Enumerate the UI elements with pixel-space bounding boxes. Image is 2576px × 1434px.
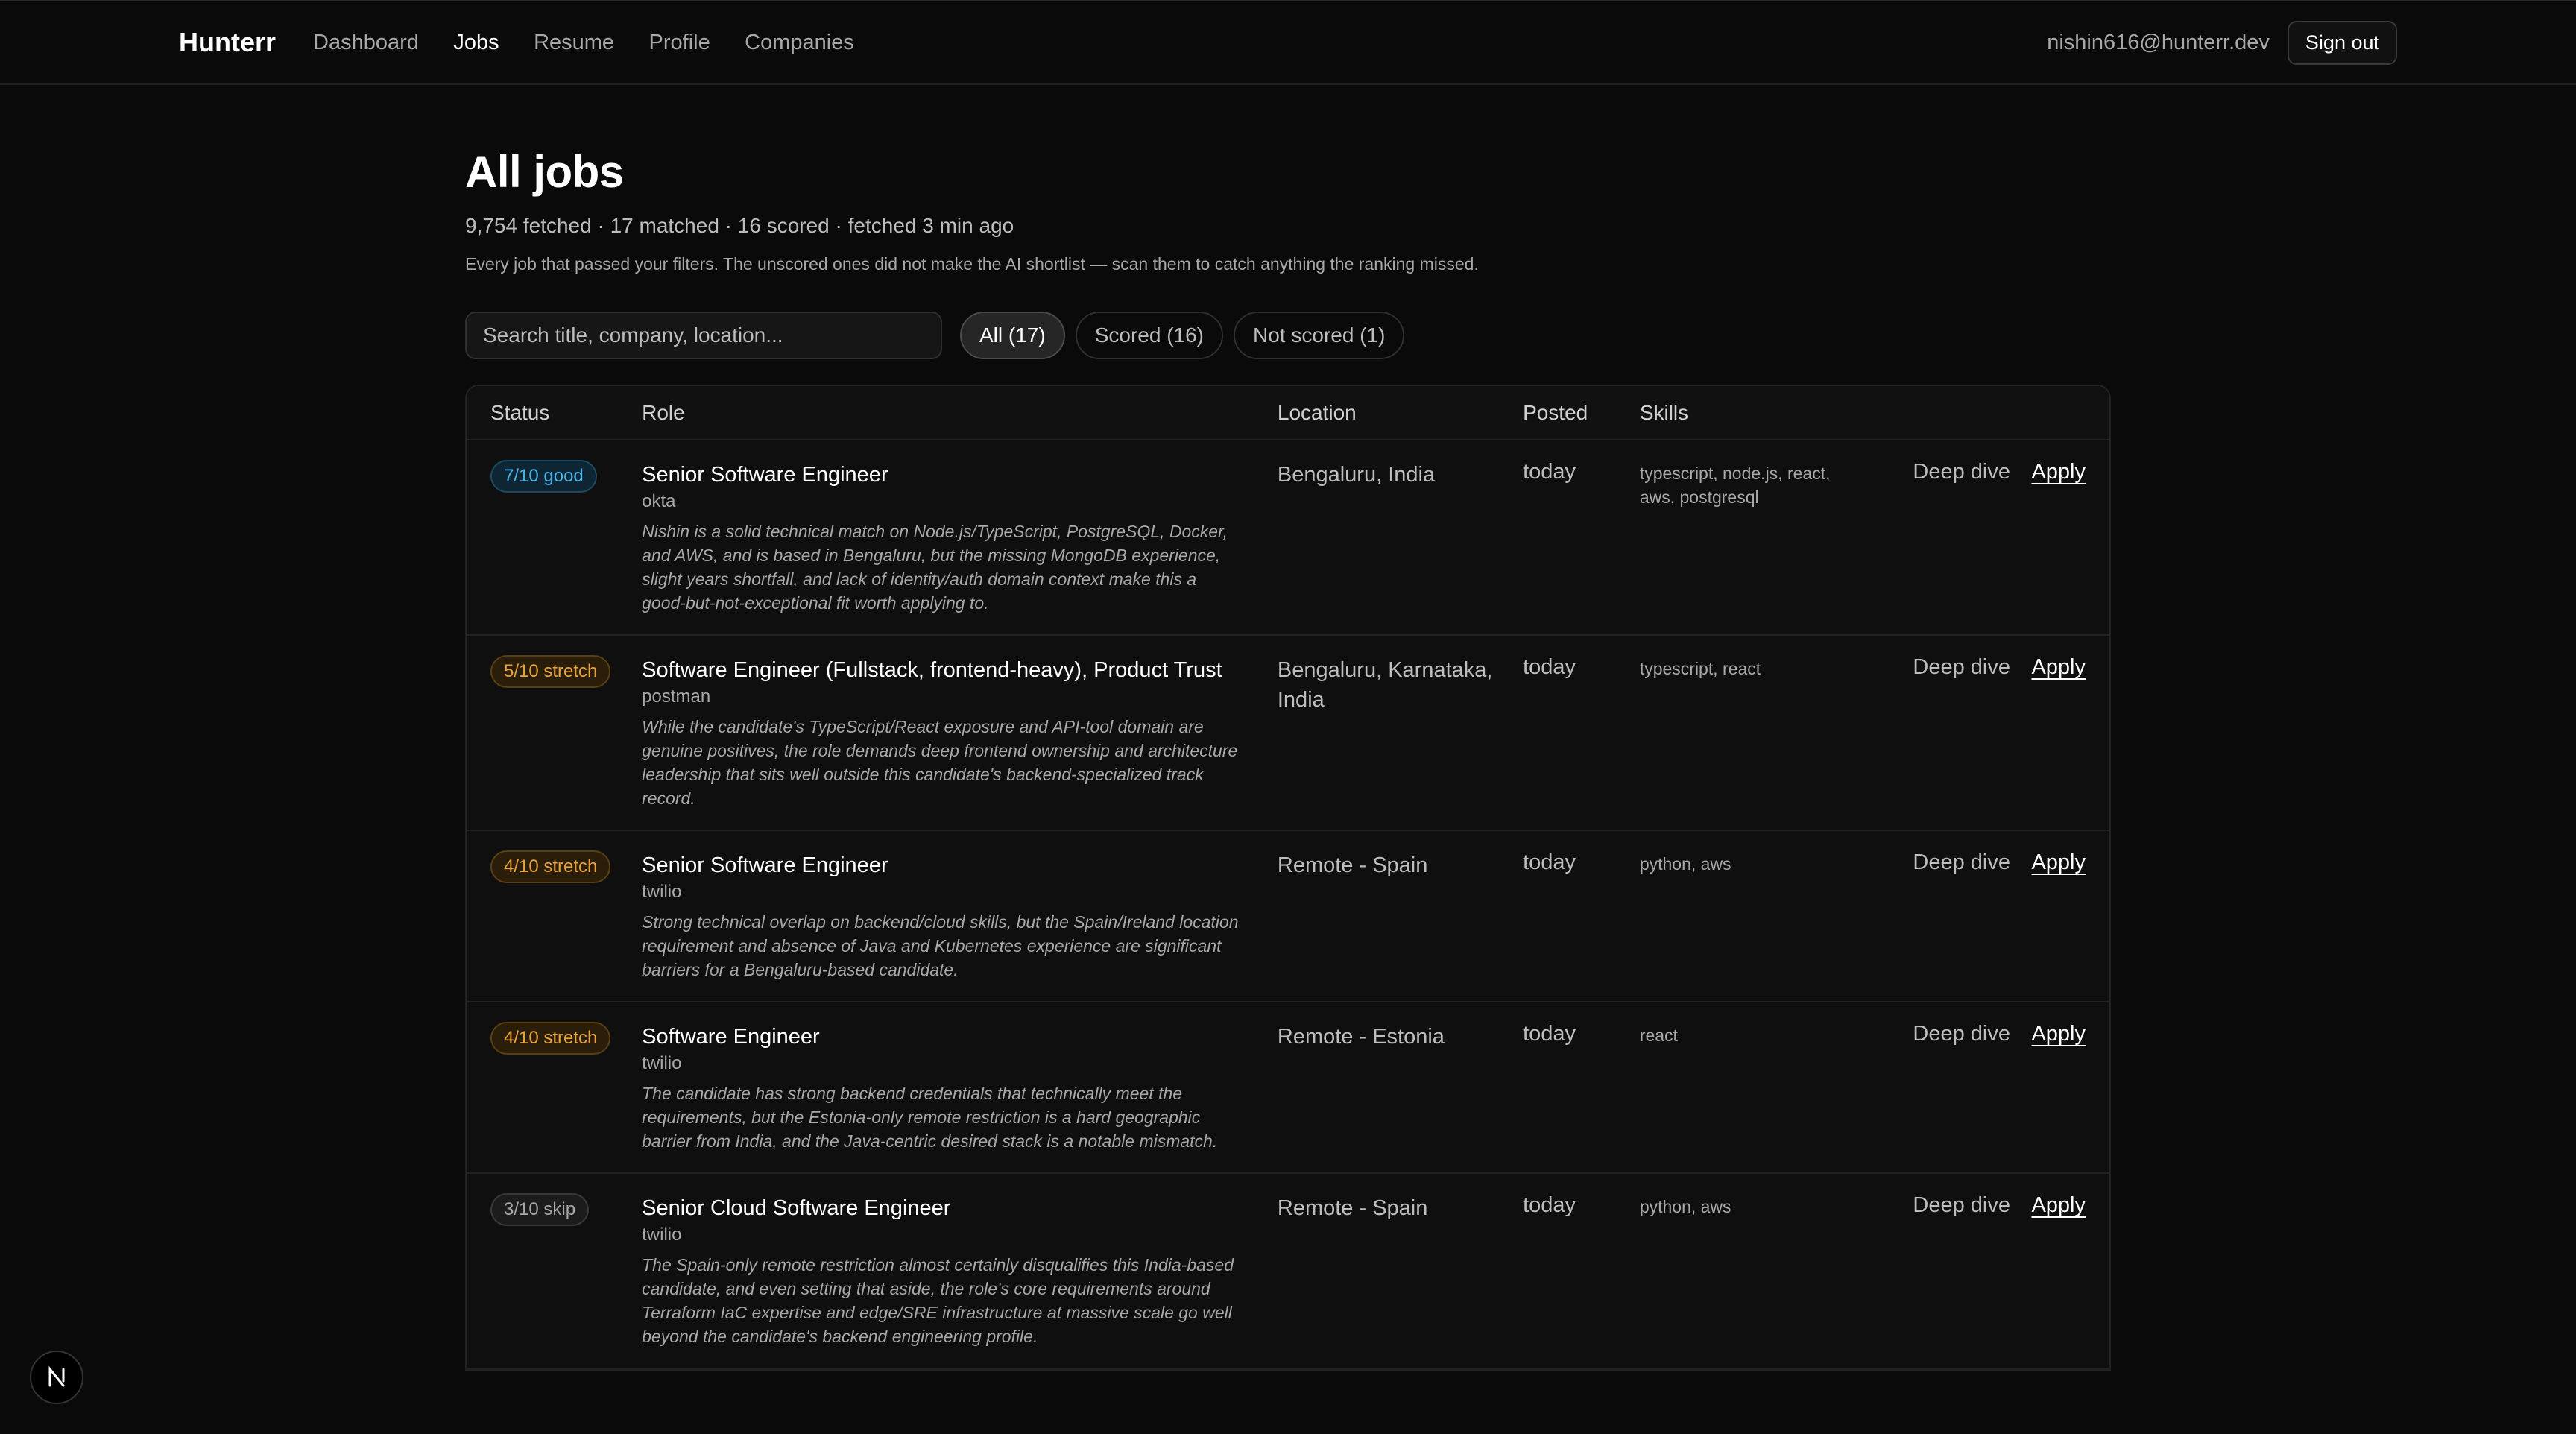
job-title[interactable]: Senior Software Engineer (642, 460, 1240, 490)
table-row: 3/10 skip Senior Cloud Software Engineer… (467, 1173, 2109, 1369)
job-location: Bengaluru, India (1277, 440, 1524, 636)
apply-link[interactable]: Apply (2031, 1022, 2086, 1046)
table-row: 4/10 stretch Software Engineer twilio Th… (467, 1002, 2109, 1174)
nextjs-logo-icon[interactable] (30, 1351, 83, 1404)
job-location: Remote - Spain (1277, 1173, 1524, 1369)
sign-out-button[interactable]: Sign out (2287, 20, 2397, 65)
fit-reason: The candidate has strong backend credent… (642, 1084, 1218, 1151)
main-nav: Dashboard Jobs Resume Profile Companies (313, 31, 886, 55)
deep-dive-button[interactable]: Deep dive (1913, 1022, 2010, 1046)
company-name: twilio (642, 1053, 682, 1073)
brand-logo[interactable]: Hunterr (179, 27, 276, 58)
apply-link[interactable]: Apply (2031, 460, 2086, 484)
table-row: 7/10 good Senior Software Engineer okta … (467, 440, 2109, 636)
job-skills: react (1639, 1002, 1888, 1174)
page-description: Every job that passed your filters. The … (465, 254, 1479, 274)
job-skills: python, aws (1639, 1173, 1888, 1369)
fit-reason: Nishin is a solid technical match on Nod… (642, 522, 1228, 613)
job-title[interactable]: Software Engineer (642, 1022, 1240, 1052)
deep-dive-button[interactable]: Deep dive (1913, 1193, 2010, 1217)
status-badge: 4/10 stretch (490, 850, 611, 883)
company-name: postman (642, 686, 711, 707)
job-posted: today (1523, 440, 1640, 636)
job-posted: today (1523, 635, 1640, 831)
apply-link[interactable]: Apply (2031, 655, 2086, 679)
job-skills: python, aws (1639, 830, 1888, 1002)
job-location: Bengaluru, Karnataka, India (1277, 635, 1524, 831)
company-name: twilio (642, 1225, 682, 1245)
status-badge: 5/10 stretch (490, 655, 611, 688)
header-actions (1887, 386, 2109, 440)
table-row: 4/10 stretch Senior Software Engineer tw… (467, 830, 2109, 1002)
job-title[interactable]: Senior Software Engineer (642, 850, 1240, 880)
filter-not-scored[interactable]: Not scored (1) (1234, 312, 1405, 359)
job-posted: today (1523, 830, 1640, 1002)
jobs-table: Status Role Location Posted Skills 7/10 … (467, 386, 2109, 1369)
header-location: Location (1277, 386, 1524, 440)
apply-link[interactable]: Apply (2031, 1193, 2086, 1217)
filter-scored[interactable]: Scored (16) (1075, 312, 1223, 359)
jobs-table-container: Status Role Location Posted Skills 7/10 … (465, 385, 2111, 1371)
nav-companies[interactable]: Companies (745, 31, 854, 54)
nav-resume[interactable]: Resume (534, 31, 614, 54)
job-skills: typescript, node.js, react, aws, postgre… (1639, 440, 1888, 636)
header-skills: Skills (1639, 386, 1888, 440)
job-skills: typescript, react (1639, 635, 1888, 831)
main-content: All jobs 9,754 fetched · 17 matched · 16… (465, 85, 2111, 1371)
status-badge: 7/10 good (490, 460, 597, 493)
company-name: twilio (642, 882, 682, 902)
page-stats: 9,754 fetched · 17 matched · 16 scored ·… (465, 214, 1014, 237)
fit-reason: Strong technical overlap on backend/clou… (642, 912, 1239, 979)
job-posted: today (1523, 1173, 1640, 1369)
job-location: Remote - Spain (1277, 830, 1524, 1002)
apply-link[interactable]: Apply (2031, 850, 2086, 874)
header-posted: Posted (1523, 386, 1640, 440)
table-row: 5/10 stretch Software Engineer (Fullstac… (467, 635, 2109, 831)
filter-all[interactable]: All (17) (960, 312, 1065, 359)
top-nav: Hunterr Dashboard Jobs Resume Profile Co… (0, 1, 2576, 85)
company-name: okta (642, 491, 676, 511)
job-title[interactable]: Software Engineer (Fullstack, frontend-h… (642, 655, 1240, 685)
page-title: All jobs (465, 147, 624, 197)
user-email: nishin616@hunterr.dev (2047, 30, 2270, 54)
table-header-row: Status Role Location Posted Skills (467, 386, 2109, 440)
status-badge: 3/10 skip (490, 1193, 590, 1226)
fit-reason: The Spain-only remote restriction almost… (642, 1255, 1234, 1346)
fit-reason: While the candidate's TypeScript/React e… (642, 717, 1238, 808)
header-status: Status (467, 386, 643, 440)
status-badge: 4/10 stretch (490, 1022, 611, 1055)
deep-dive-button[interactable]: Deep dive (1913, 460, 2010, 484)
n-glyph-icon (48, 1365, 65, 1387)
job-title[interactable]: Senior Cloud Software Engineer (642, 1193, 1240, 1223)
deep-dive-button[interactable]: Deep dive (1913, 850, 2010, 874)
job-posted: today (1523, 1002, 1640, 1174)
search-input[interactable] (465, 312, 942, 359)
job-location: Remote - Estonia (1277, 1002, 1524, 1174)
nav-jobs[interactable]: Jobs (453, 31, 499, 54)
nav-dashboard[interactable]: Dashboard (313, 31, 419, 54)
header-role: Role (642, 386, 1278, 440)
deep-dive-button[interactable]: Deep dive (1913, 655, 2010, 679)
nav-profile[interactable]: Profile (649, 31, 710, 54)
filter-bar: All (17) Scored (16) Not scored (1) (465, 312, 2111, 359)
